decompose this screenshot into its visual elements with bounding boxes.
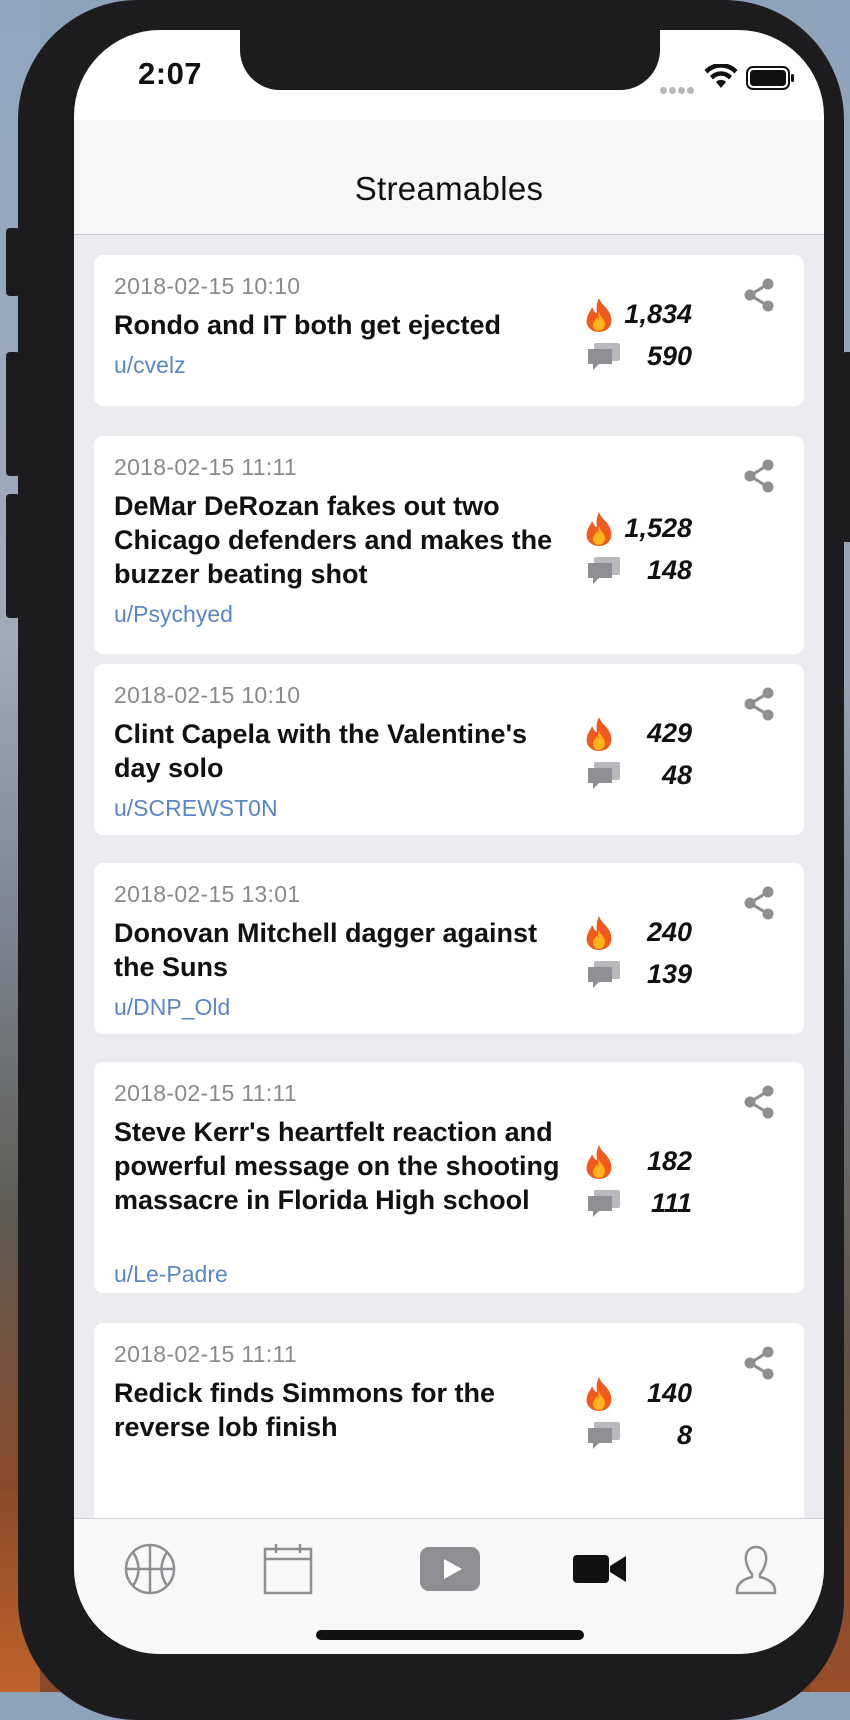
basketball-icon[interactable] bbox=[120, 1539, 180, 1599]
volume-down-button bbox=[6, 494, 20, 618]
cellular-signal-icon bbox=[660, 81, 698, 94]
score-value: 140 bbox=[646, 1378, 692, 1408]
post-author-link[interactable]: u/DNP_Old bbox=[114, 994, 230, 1021]
fire-icon bbox=[586, 512, 612, 546]
score-count: 1,528 bbox=[582, 510, 692, 546]
post-author-link[interactable]: u/Psychyed bbox=[114, 601, 233, 628]
post-title[interactable]: Clint Capela with the Valentine's day so… bbox=[114, 717, 562, 785]
post-card[interactable]: 2018-02-15 11:11 Redick finds Simmons for… bbox=[94, 1323, 804, 1518]
comment-count[interactable]: 8 bbox=[582, 1417, 692, 1453]
fire-icon bbox=[586, 298, 612, 332]
post-title[interactable]: Rondo and IT both get ejected bbox=[114, 308, 562, 342]
share-icon[interactable] bbox=[742, 277, 776, 313]
post-title[interactable]: Steve Kerr's heartfelt reaction and powe… bbox=[114, 1115, 562, 1217]
comments-icon bbox=[588, 557, 620, 584]
comment-value: 8 bbox=[676, 1420, 692, 1450]
score-value: 429 bbox=[646, 718, 692, 748]
comments-icon bbox=[588, 961, 620, 988]
fire-icon bbox=[586, 916, 612, 950]
video-camera-icon[interactable] bbox=[572, 1539, 628, 1599]
post-title[interactable]: Donovan Mitchell dagger against the Suns bbox=[114, 916, 562, 984]
home-indicator[interactable] bbox=[316, 1630, 584, 1640]
post-feed[interactable]: 2018-02-15 10:10 Rondo and IT both get ej… bbox=[74, 235, 824, 1518]
phone-frame: 2:07 Streamables 2018-02-15 10:10 Rondo a… bbox=[6, 0, 850, 1720]
score-value: 1,528 bbox=[624, 513, 692, 543]
page-title: Streamables bbox=[354, 170, 544, 207]
comment-value: 148 bbox=[646, 555, 692, 585]
power-button bbox=[842, 352, 850, 542]
comment-count[interactable]: 48 bbox=[582, 757, 692, 793]
calendar-icon[interactable] bbox=[258, 1539, 318, 1599]
post-date: 2018-02-15 10:10 bbox=[114, 273, 301, 299]
fire-icon bbox=[586, 717, 612, 751]
score-count: 140 bbox=[582, 1375, 692, 1411]
post-card[interactable]: 2018-02-15 11:11 Steve Kerr's heartfelt r… bbox=[94, 1062, 804, 1293]
share-icon[interactable] bbox=[742, 458, 776, 494]
post-date: 2018-02-15 11:11 bbox=[114, 1341, 297, 1367]
comment-value: 111 bbox=[650, 1188, 692, 1218]
comment-count[interactable]: 590 bbox=[582, 338, 692, 374]
score-count: 429 bbox=[582, 715, 692, 751]
device-notch bbox=[240, 30, 660, 90]
comments-icon bbox=[588, 762, 620, 789]
comment-value: 590 bbox=[646, 341, 692, 371]
app-screen: 2:07 Streamables 2018-02-15 10:10 Rondo a… bbox=[74, 30, 824, 1654]
post-date: 2018-02-15 11:11 bbox=[114, 1080, 297, 1106]
comments-icon bbox=[588, 1190, 620, 1217]
score-value: 240 bbox=[646, 917, 692, 947]
post-date: 2018-02-15 11:11 bbox=[114, 454, 297, 480]
score-count: 1,834 bbox=[582, 296, 692, 332]
comments-icon bbox=[588, 343, 620, 370]
post-author-link[interactable]: u/cvelz bbox=[114, 352, 186, 379]
post-author-link[interactable]: u/Le-Padre bbox=[114, 1261, 228, 1288]
battery-icon bbox=[746, 66, 794, 90]
comment-value: 48 bbox=[661, 760, 692, 790]
wifi-icon bbox=[704, 64, 738, 88]
share-icon[interactable] bbox=[742, 686, 776, 722]
score-count: 182 bbox=[582, 1143, 692, 1179]
score-count: 240 bbox=[582, 914, 692, 950]
share-icon[interactable] bbox=[742, 1345, 776, 1381]
comment-count[interactable]: 148 bbox=[582, 552, 692, 588]
post-date: 2018-02-15 13:01 bbox=[114, 881, 301, 907]
mute-switch bbox=[6, 228, 20, 296]
comment-count[interactable]: 139 bbox=[582, 956, 692, 992]
fire-icon bbox=[586, 1377, 612, 1411]
fire-icon bbox=[586, 1145, 612, 1179]
profile-icon[interactable] bbox=[726, 1539, 786, 1599]
post-title[interactable]: Redick finds Simmons for the reverse lob… bbox=[114, 1376, 562, 1444]
post-author-link[interactable]: u/SCREWST0N bbox=[114, 795, 278, 822]
share-icon[interactable] bbox=[742, 1084, 776, 1120]
share-icon[interactable] bbox=[742, 885, 776, 921]
comment-count[interactable]: 111 bbox=[582, 1185, 692, 1221]
post-card[interactable]: 2018-02-15 10:10 Rondo and IT both get ej… bbox=[94, 255, 804, 406]
status-time: 2:07 bbox=[138, 56, 203, 91]
navigation-bar: Streamables bbox=[74, 120, 824, 235]
volume-up-button bbox=[6, 352, 20, 476]
post-card[interactable]: 2018-02-15 11:11 DeMar DeRozan fakes out … bbox=[94, 436, 804, 654]
score-value: 182 bbox=[646, 1146, 692, 1176]
post-card[interactable]: 2018-02-15 10:10 Clint Capela with the Va… bbox=[94, 664, 804, 835]
comment-value: 139 bbox=[646, 959, 692, 989]
score-value: 1,834 bbox=[624, 299, 692, 329]
post-card[interactable]: 2018-02-15 13:01 Donovan Mitchell dagger … bbox=[94, 863, 804, 1034]
post-title[interactable]: DeMar DeRozan fakes out two Chicago defe… bbox=[114, 489, 562, 591]
post-date: 2018-02-15 10:10 bbox=[114, 682, 301, 708]
comments-icon bbox=[588, 1422, 620, 1449]
play-icon[interactable] bbox=[418, 1539, 482, 1599]
